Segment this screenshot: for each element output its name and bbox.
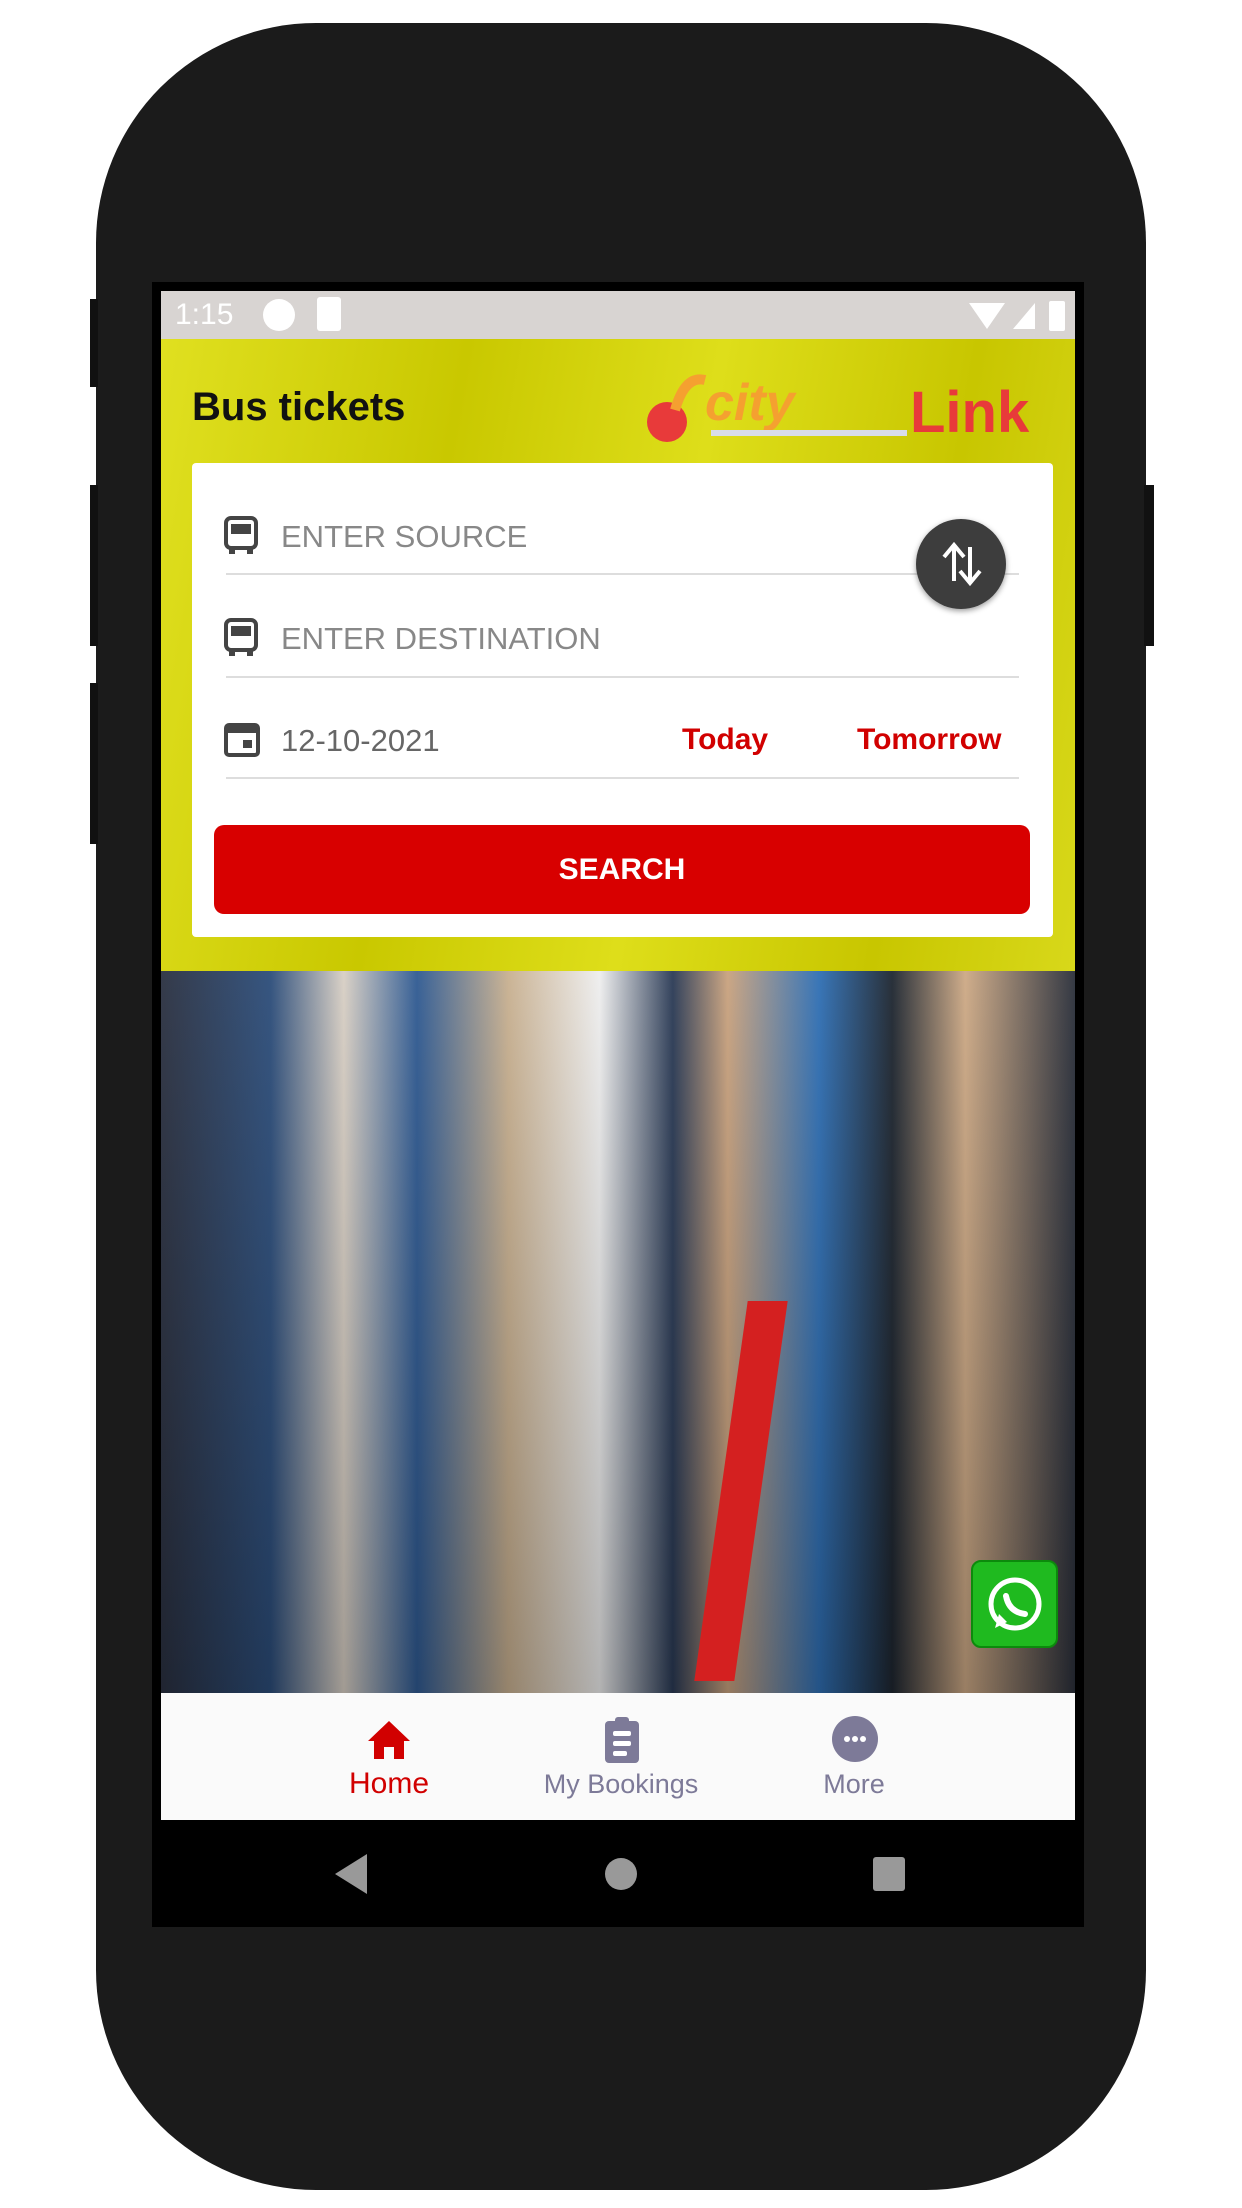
divider	[226, 676, 1019, 678]
whatsapp-icon	[988, 1577, 1042, 1631]
source-input[interactable]: ENTER SOURCE	[281, 519, 527, 555]
divider	[226, 777, 1019, 779]
status-time: 1:15	[175, 298, 234, 331]
swap-button[interactable]	[916, 519, 1006, 609]
recents-icon[interactable]	[873, 1857, 905, 1891]
home-circle-icon[interactable]	[605, 1858, 637, 1890]
tomorrow-button[interactable]: Tomorrow	[857, 723, 1001, 757]
date-input[interactable]: 12-10-2021	[281, 723, 440, 759]
side-button	[90, 485, 98, 646]
calendar-icon	[224, 723, 260, 757]
search-button[interactable]: SEARCH	[214, 825, 1030, 914]
status-bar: 1:15	[161, 291, 1075, 339]
page-title: Bus tickets	[192, 385, 406, 429]
notification-icon	[263, 299, 295, 331]
side-button	[90, 683, 98, 844]
clipboard-icon	[605, 1717, 639, 1763]
destination-input[interactable]: ENTER DESTINATION	[281, 621, 601, 657]
back-icon[interactable]	[333, 1854, 369, 1894]
bottom-nav: Home My Bookings More	[161, 1693, 1075, 1820]
nav-more[interactable]: More	[754, 1693, 954, 1820]
whatsapp-button[interactable]	[971, 1560, 1058, 1648]
banner-image	[161, 971, 1075, 1693]
sd-card-icon	[317, 297, 341, 331]
side-button	[1144, 485, 1154, 646]
nav-my-bookings[interactable]: My Bookings	[521, 1693, 721, 1820]
bus-icon	[224, 516, 258, 554]
citylink-logo: city Link	[645, 370, 1055, 450]
more-icon	[832, 1716, 878, 1762]
home-icon	[368, 1721, 410, 1759]
svg-text:city: city	[705, 374, 798, 432]
bus-icon	[224, 618, 258, 656]
nav-home[interactable]: Home	[289, 1693, 489, 1820]
svg-text:Link: Link	[910, 380, 1030, 445]
today-button[interactable]: Today	[682, 723, 768, 757]
wifi-signal-battery-icon	[969, 301, 1065, 331]
swap-arrows-icon	[942, 541, 982, 587]
divider	[226, 573, 1019, 575]
system-nav-bar	[161, 1820, 1075, 1927]
side-button	[90, 299, 98, 387]
